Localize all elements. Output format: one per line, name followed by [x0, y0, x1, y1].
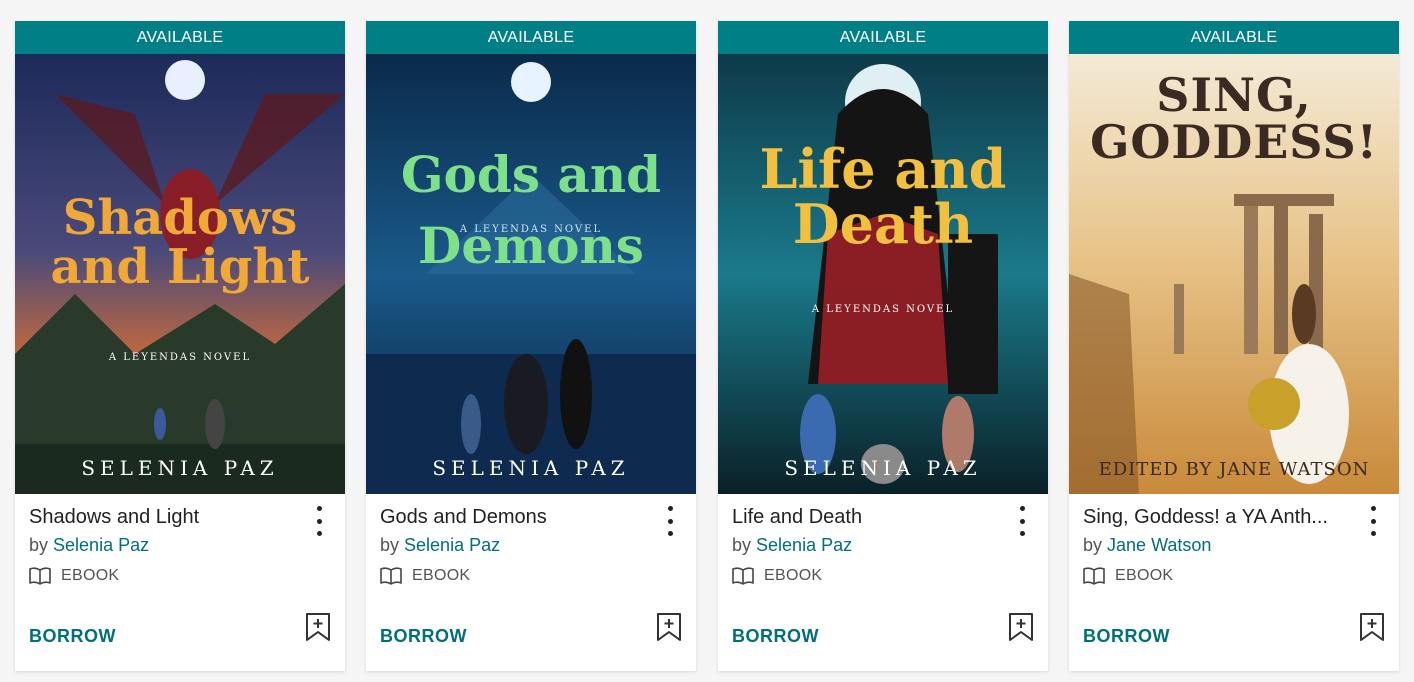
cover-author: SELENIA PAZ — [81, 456, 279, 480]
open-book-icon — [380, 567, 402, 585]
more-options-icon[interactable] — [1014, 506, 1030, 536]
availability-banner: AVAILABLE — [366, 21, 696, 54]
book-title[interactable]: Shadows and Light — [29, 506, 279, 529]
book-info: Shadows and Light by Selenia Paz EBOOK — [15, 494, 345, 586]
book-cover[interactable]: SING, GODDESS! EDITED BY JANE WATSON — [1069, 54, 1399, 494]
bookmark-plus-icon[interactable] — [656, 612, 682, 647]
book-title[interactable]: Gods and Demons — [380, 506, 630, 529]
book-cover[interactable]: Gods and Demons A LEYENDAS NOVEL SELENIA… — [366, 54, 696, 494]
book-info: Gods and Demons by Selenia Paz EBOOK — [366, 494, 696, 586]
author-link[interactable]: Jane Watson — [1107, 535, 1211, 555]
author-link[interactable]: Selenia Paz — [53, 535, 149, 555]
book-cover[interactable]: Shadows and Light A LEYENDAS NOVEL SELEN… — [15, 54, 345, 494]
format-label: EBOOK — [1083, 566, 1385, 586]
cover-title: SING, GODDESS! — [1090, 68, 1378, 169]
book-cover[interactable]: Life and Death A LEYENDAS NOVEL SELENIA … — [718, 54, 1048, 494]
cover-title: Shadows and Light — [50, 190, 310, 295]
format-label: EBOOK — [29, 566, 331, 586]
author-line: by Selenia Paz — [732, 535, 853, 555]
author-line: by Selenia Paz — [380, 535, 501, 555]
open-book-icon — [1083, 567, 1105, 585]
borrow-button[interactable]: BORROW — [732, 626, 819, 647]
cover-title: Life and Death — [759, 137, 1007, 257]
cover-editor: EDITED BY JANE WATSON — [1098, 459, 1370, 480]
availability-banner: AVAILABLE — [15, 21, 345, 54]
book-title[interactable]: Sing, Goddess! a YA Anth... — [1083, 506, 1333, 529]
book-grid: AVAILABLE Shadows and Light A LEYENDAS N… — [0, 0, 1414, 682]
cover-author: SELENIA PAZ — [784, 456, 982, 480]
cover-series: A LEYENDAS NOVEL — [459, 224, 603, 235]
availability-banner: AVAILABLE — [718, 21, 1048, 54]
borrow-button[interactable]: BORROW — [380, 626, 467, 647]
bookmark-plus-icon[interactable] — [1359, 612, 1385, 647]
more-options-icon[interactable] — [662, 506, 678, 536]
author-link[interactable]: Selenia Paz — [404, 535, 500, 555]
author-line: by Selenia Paz — [29, 535, 150, 555]
book-card: AVAILABLE — [1069, 21, 1399, 671]
book-card: AVAILABLE — [15, 21, 345, 671]
book-title[interactable]: Life and Death — [732, 506, 982, 529]
borrow-button[interactable]: BORROW — [29, 626, 116, 647]
book-card: AVAILABLE Gods and Demons A LEYENDAS NOV… — [366, 21, 696, 671]
bookmark-plus-icon[interactable] — [1008, 612, 1034, 647]
author-line: by Jane Watson — [1083, 535, 1212, 555]
cover-art — [718, 54, 1048, 494]
open-book-icon — [29, 567, 51, 585]
cover-series: A LEYENDAS NOVEL — [108, 352, 252, 363]
cover-series: A LEYENDAS NOVEL — [811, 304, 955, 315]
more-options-icon[interactable] — [1365, 506, 1381, 536]
availability-banner: AVAILABLE — [1069, 21, 1399, 54]
author-link[interactable]: Selenia Paz — [756, 535, 852, 555]
format-label: EBOOK — [380, 566, 682, 586]
book-card: AVAILABLE Life and Death A LEYENDAS NOVE… — [718, 21, 1048, 671]
cover-author: SELENIA PAZ — [432, 456, 630, 480]
bookmark-plus-icon[interactable] — [305, 612, 331, 647]
cover-title: Gods and Demons — [400, 145, 662, 275]
format-label: EBOOK — [732, 566, 1034, 586]
borrow-button[interactable]: BORROW — [1083, 626, 1170, 647]
book-info: Life and Death by Selenia Paz EBOOK — [718, 494, 1048, 586]
book-info: Sing, Goddess! a YA Anth... by Jane Wats… — [1069, 494, 1399, 586]
more-options-icon[interactable] — [311, 506, 327, 536]
open-book-icon — [732, 567, 754, 585]
